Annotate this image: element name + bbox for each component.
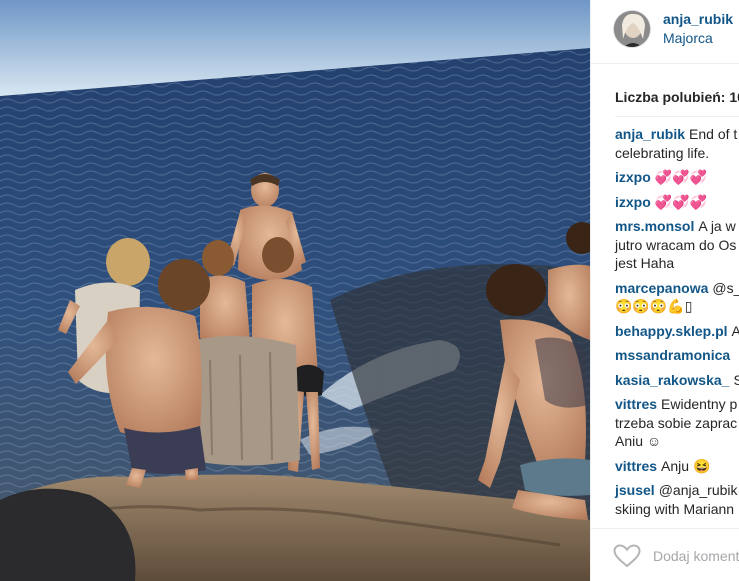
post-footer: Dodaj komentarz (591, 528, 739, 581)
post-location-link[interactable]: Majorca (663, 30, 713, 46)
comment-text: celebrating life. (615, 144, 710, 161)
comment-line: jutro wracam do Os (615, 236, 739, 255)
comment-text: 🕴 (734, 347, 739, 363)
post-header: anja_rubik Majorca (591, 0, 739, 64)
comment-item: mssandramonica🕴 (615, 346, 739, 365)
comment-line: vittres Ewidentny p (615, 395, 739, 414)
comment-text: 😳😳😳💪▯ (615, 298, 693, 314)
comment-list: anja_rubik End of t celebrating life. izxpo… (615, 125, 739, 524)
comment-line: mrs.monsol A ja w (615, 217, 739, 236)
comment-item: vittres Ewidentny p trzeba sobie zaprac Ani… (615, 395, 739, 451)
heart-outline-icon[interactable] (613, 544, 641, 568)
comment-line: skiing with Mariann (615, 500, 739, 519)
post-sidebar: anja_rubik Majorca Liczba polubień: 10 a… (590, 0, 739, 581)
comment-username[interactable]: izxpo (615, 194, 651, 210)
comment-text: @s_ (712, 279, 739, 296)
comment-text: @anja_rubik (658, 482, 738, 498)
comment-text: A ja w (698, 218, 736, 234)
comment-item: marcepanowa @s_ 😳😳😳💪▯ (615, 279, 739, 316)
post-author-username[interactable]: anja_rubik (663, 11, 733, 27)
comment-text: End of t (689, 126, 738, 142)
comment-text: 💞💞💞 (654, 193, 708, 210)
comment-text: trzeba sobie zaprac (615, 414, 738, 431)
comment-item: vittres Anju 😆 (615, 457, 739, 476)
avatar-image (614, 11, 650, 47)
comment-item: anja_rubik End of t celebrating life. (615, 125, 739, 162)
comment-item: mrs.monsol A ja w jutro wracam do Os jest H… (615, 217, 739, 273)
comment-line: kasia_rakowska_S (615, 371, 739, 390)
comment-line: trzeba sobie zaprac (615, 414, 739, 433)
comment-line: marcepanowa @s_ (615, 279, 739, 298)
comment-username[interactable]: jsusel (615, 482, 655, 498)
comment-username[interactable]: anja_rubik (615, 126, 685, 142)
comment-username[interactable]: marcepanowa (615, 280, 708, 296)
add-comment-input[interactable]: Dodaj komentarz (653, 548, 739, 564)
comment-item: jsusel @anja_rubik skiing with Mariann (615, 481, 739, 518)
comment-username[interactable]: behappy.sklep.pl (615, 323, 728, 339)
comment-item: kasia_rakowska_S (615, 371, 739, 390)
comment-username[interactable]: izxpo (615, 169, 651, 185)
comment-line: mssandramonica🕴 (615, 346, 739, 365)
comment-line: vittres Anju 😆 (615, 457, 739, 476)
comment-text: jutro wracam do Os (615, 236, 737, 253)
comment-text: Aniu ☺ (615, 433, 662, 449)
comment-line: izxpo 💞💞💞 (615, 168, 739, 187)
comment-line: anja_rubik End of t (615, 125, 739, 144)
comment-line: celebrating life. (615, 144, 739, 163)
post-photo[interactable] (0, 0, 590, 581)
comment-text: Ewidentny p (661, 396, 738, 412)
comment-line: behappy.sklep.plA (615, 322, 739, 341)
beach-photo-illustration (0, 0, 590, 581)
comment-item: izxpo 💞💞💞 (615, 168, 739, 187)
divider (615, 116, 739, 117)
comment-item: behappy.sklep.plA (615, 322, 739, 341)
comment-text: A (732, 323, 739, 339)
comment-username[interactable]: kasia_rakowska_ (615, 372, 729, 388)
comment-username[interactable]: mrs.monsol (615, 218, 694, 234)
comment-line: izxpo 💞💞💞 (615, 193, 739, 212)
comment-text: skiing with Mariann (615, 500, 735, 517)
comment-username[interactable]: vittres (615, 396, 657, 412)
comment-text: Anju 😆 (661, 457, 711, 474)
comment-text: jest Haha (615, 255, 675, 271)
comment-text: 💞💞💞 (654, 169, 708, 185)
comment-line: jsusel @anja_rubik (615, 481, 739, 500)
comment-text: S (733, 372, 739, 388)
comment-line: Aniu ☺ (615, 432, 739, 451)
comment-username[interactable]: vittres (615, 458, 657, 474)
profile-avatar[interactable] (613, 10, 651, 48)
comment-item: izxpo 💞💞💞 (615, 193, 739, 212)
comment-line: 😳😳😳💪▯ (615, 297, 739, 316)
likes-count[interactable]: Liczba polubień: 10 (615, 89, 739, 105)
comment-username[interactable]: mssandramonica (615, 347, 730, 363)
comment-line: jest Haha (615, 254, 739, 273)
